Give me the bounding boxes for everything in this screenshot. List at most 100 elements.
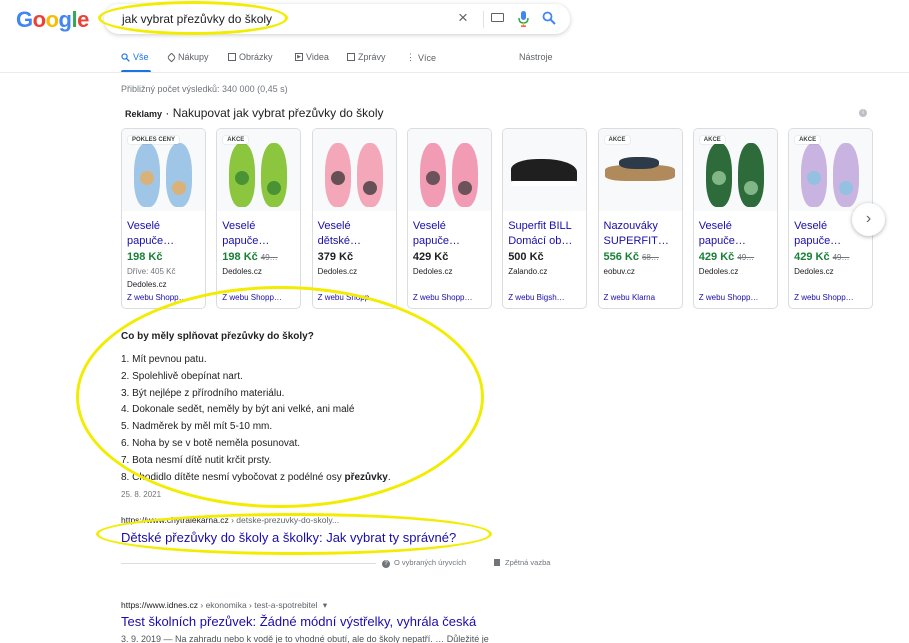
about-label: O vybraných úryvcích [394, 558, 467, 567]
product-title-line: Domácí ob… [508, 235, 573, 247]
product-title-line: Veselé [698, 220, 732, 232]
product-via-link[interactable]: Z webu Bigsh… [508, 293, 564, 302]
product-card[interactable]: AKCE Veselé papuče… 429 Kč 49… Dedoles.cz Z we… [692, 128, 778, 309]
tab-tools[interactable]: Nástroje [519, 52, 553, 62]
google-logo[interactable]: Google [16, 7, 89, 33]
info-icon[interactable]: i [859, 109, 867, 117]
result-title-link[interactable]: Test školních přezůvek: Žádné módní výst… [121, 614, 476, 629]
tab-news[interactable]: Zprávy [347, 52, 386, 62]
product-card[interactable]: AKCE Veselé papuče… 198 Kč 49… Dedoles.cz Z we… [216, 128, 302, 309]
product-card[interactable]: POKLES CENY Veselé papuče… 198 Kč Dříve: 405… [121, 128, 206, 309]
product-title[interactable]: Veselé papuče… [413, 219, 489, 249]
product-price: 429 Kč [413, 251, 448, 263]
slipper-detail [457, 181, 472, 195]
result-title-link[interactable]: Dětské přezůvky do školy a školky: Jak v… [121, 530, 456, 545]
close-icon[interactable]: × [458, 8, 468, 28]
search-input[interactable]: jak vybrat přezůvky do školy [122, 12, 272, 26]
feedback-label: Zpětná vazba [505, 558, 551, 567]
list-item-last: 8. Chodidlo dítěte nesmí vybočovat z pod… [121, 470, 391, 487]
about-snippets-link[interactable]: ? O vybraných úryvcích [382, 558, 466, 568]
product-seller: Dedoles.cz [317, 267, 358, 276]
result-domain: https://www.idnes.cz [121, 600, 199, 610]
search-icon[interactable] [542, 11, 556, 25]
news-icon [347, 53, 355, 61]
product-title[interactable]: Veselé papuče… [222, 219, 298, 249]
tab-label: Videa [306, 52, 329, 62]
tab-label: Nákupy [178, 52, 209, 62]
product-badge: AKCE [604, 136, 630, 144]
tab-more[interactable]: ⋮ Více [406, 52, 436, 63]
chevron-right-icon[interactable]: › [852, 203, 885, 236]
product-image[interactable] [503, 129, 587, 211]
product-title-line: Veselé [412, 220, 446, 232]
tab-label: Zprávy [358, 52, 386, 62]
result-url[interactable]: https://www.chytralekarna.cz › detske-pr… [121, 515, 339, 525]
product-via-link[interactable]: Z webu Shopp… [127, 293, 187, 302]
slipper-detail [330, 171, 345, 185]
tab-all[interactable]: Vše [121, 52, 149, 62]
tab-shopping[interactable]: Nákupy [166, 52, 209, 62]
price-value: 429 Kč [794, 251, 830, 263]
previous-price: Dříve: 405 Kč [127, 267, 176, 276]
product-title[interactable]: Veselé dětské… [318, 219, 394, 249]
product-via-link[interactable]: Z webu Shopp… [794, 293, 854, 302]
price-value: 198 Kč [222, 251, 258, 263]
ads-header: Reklamy · Nakupovat jak vybrat přezůvky … [125, 106, 383, 120]
product-title-line: papuče… [412, 235, 460, 247]
result-url[interactable]: https://www.idnes.cz › ekonomika › test-… [121, 600, 327, 611]
slipper-detail [743, 181, 758, 195]
tab-label: Nástroje [519, 52, 553, 62]
product-image[interactable] [312, 129, 396, 211]
product-card[interactable]: Superfit BILL Domácí ob… 500 Kč Zalando.cz Z… [502, 128, 588, 309]
product-seller: Dedoles.cz [222, 267, 262, 276]
tab-videos[interactable]: ▶ Videa [295, 52, 329, 62]
result-snippet: 3. 9. 2019 — Na zahradu nebo k vodě je t… [121, 634, 489, 643]
product-title[interactable]: Superfit BILL Domácí ob… [508, 219, 584, 249]
slipper-right [166, 143, 192, 207]
chevron-down-icon[interactable]: ▾ [323, 600, 327, 610]
product-card[interactable]: Veselé dětské… 379 Kč Dedoles.cz Z webu Shop… [311, 128, 397, 309]
product-via-link[interactable]: Z webu Shopp… [699, 293, 759, 302]
product-title-line: Veselé [127, 220, 161, 232]
shoe-strap [618, 157, 659, 169]
feedback-link[interactable]: Zpětná vazba [494, 558, 550, 567]
product-badge: AKCE [795, 136, 821, 144]
slipper-right [261, 143, 288, 207]
list-item: 7. Bota nesmí dítě nutit krčit prsty. [121, 454, 272, 466]
price-value: 429 Kč [698, 251, 735, 263]
product-title[interactable]: Nazouváky SUPERFIT… [604, 219, 680, 249]
search-icon [121, 52, 130, 62]
product-via-link[interactable]: Z webu Shopp… [318, 293, 378, 302]
flag-icon [494, 559, 500, 566]
result-stats: Přibližný počet výsledků: 340 000 (0,45 … [121, 84, 288, 94]
keyboard-icon[interactable] [491, 13, 504, 22]
logo-letter: G [16, 7, 33, 32]
product-price: 556 Kč 68… [604, 251, 659, 263]
product-card[interactable]: AKCE Nazouváky SUPERFIT… 556 Kč 68… eobuv.cz Z… [597, 128, 683, 309]
snippet-list: 1. Mít pevnou patu. 2. Spolehlivě obepín… [121, 352, 391, 486]
product-title-line: Veselé [317, 220, 351, 232]
slipper-detail [839, 181, 854, 195]
product-image[interactable] [407, 129, 491, 211]
product-title-line: Superfit BILL [508, 220, 572, 232]
product-title-line: Veselé [222, 220, 256, 232]
slipper-detail [140, 171, 154, 185]
list-item: 2. Spolehlivě obepínat nart. [121, 370, 243, 382]
result-domain: https://www.chytralekarna.cz [121, 515, 229, 525]
price-value: 198 Kč [127, 251, 163, 263]
product-via-link[interactable]: Z webu Shopp… [222, 293, 282, 302]
product-badge: POKLES CENY [128, 136, 180, 144]
slipper-right [833, 143, 860, 207]
shoe-sole [511, 181, 578, 186]
product-card[interactable]: Veselé papuče… 429 Kč Dedoles.cz Z webu Shop… [406, 128, 492, 309]
divider [121, 563, 376, 564]
product-via-link[interactable]: Z webu Shopp… [413, 293, 473, 302]
search-box[interactable]: jak vybrat přezůvky do školy × [104, 4, 570, 34]
search-divider [483, 11, 484, 28]
product-title[interactable]: Veselé papuče… [127, 219, 203, 249]
tab-images[interactable]: Obrázky [228, 52, 273, 62]
play-icon: ▶ [295, 53, 303, 61]
product-via-link[interactable]: Z webu Klarna [604, 293, 656, 302]
product-title[interactable]: Veselé papuče… [699, 219, 775, 249]
microphone-icon[interactable] [517, 11, 530, 27]
